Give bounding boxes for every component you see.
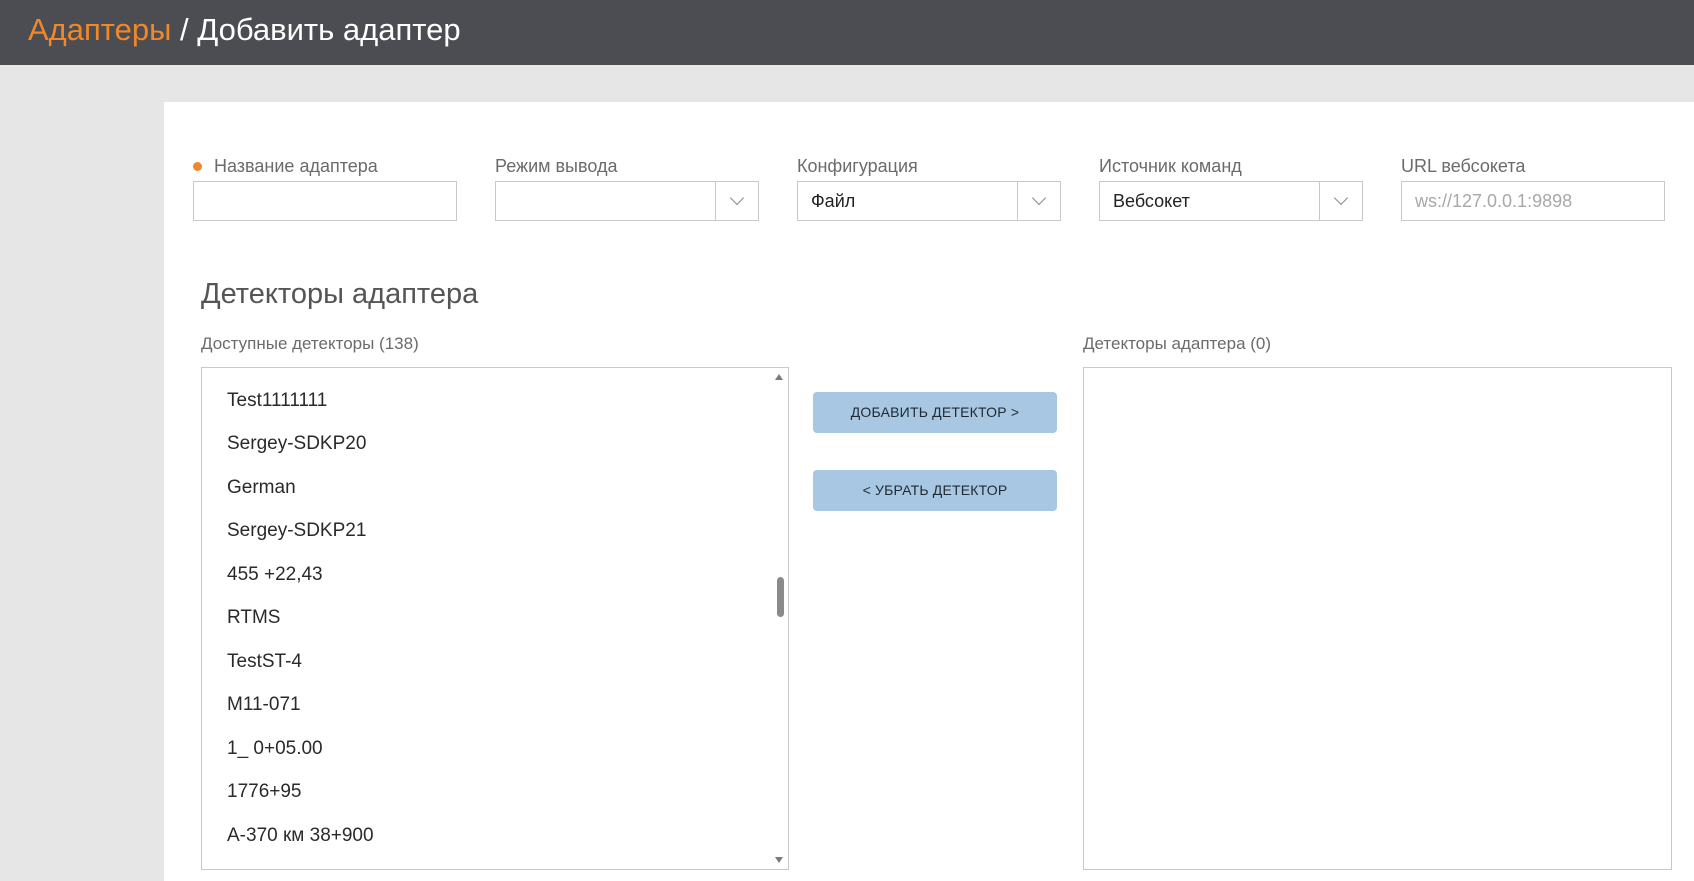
configuration-label: Конфигурация	[797, 156, 918, 176]
list-item[interactable]: TestST-4	[227, 651, 302, 673]
section-title: Детекторы адаптера	[201, 278, 479, 310]
remove-detector-button[interactable]: < УБРАТЬ ДЕТЕКТОР	[813, 470, 1057, 511]
output-mode-label: Режим вывода	[495, 156, 618, 176]
scroll-down-arrow-icon[interactable]	[775, 857, 783, 863]
list-item[interactable]: 1776+95	[227, 781, 302, 803]
list-item[interactable]: Sergey-SDKP20	[227, 433, 366, 455]
breadcrumb-separator: /	[180, 12, 189, 47]
command-source-select[interactable]: Вебсокет	[1099, 181, 1363, 221]
page-title: Добавить адаптер	[197, 12, 461, 47]
configuration-select[interactable]: Файл	[797, 181, 1061, 221]
websocket-url-placeholder: ws://127.0.0.1:9898	[1415, 191, 1573, 211]
list-item[interactable]: Test1111111	[227, 390, 327, 412]
scrollbar-thumb[interactable]	[777, 577, 784, 617]
breadcrumb-adapters-link[interactable]: Адаптеры	[28, 12, 171, 47]
configuration-value: Файл	[811, 191, 856, 211]
output-mode-select[interactable]	[495, 181, 759, 221]
websocket-url-input[interactable]: ws://127.0.0.1:9898	[1401, 181, 1665, 221]
required-dot-icon	[193, 162, 202, 171]
adapter-name-label: Название адаптера	[193, 156, 378, 177]
list-item[interactable]: А-370 км 38+900	[227, 825, 374, 847]
adapter-detectors-list[interactable]	[1083, 367, 1672, 870]
command-source-label: Источник команд	[1099, 156, 1242, 176]
chevron-down-icon[interactable]	[1017, 182, 1060, 220]
breadcrumb: Адаптеры / Добавить адаптер	[28, 12, 461, 48]
command-source-value: Вебсокет	[1113, 191, 1190, 211]
list-item[interactable]: M11-071	[227, 694, 301, 716]
scroll-up-arrow-icon[interactable]	[775, 374, 783, 380]
list-item[interactable]: German	[227, 477, 296, 499]
available-detectors-label: Доступные детекторы (138)	[201, 334, 419, 353]
adapter-detectors-label: Детекторы адаптера (0)	[1083, 334, 1272, 353]
chevron-down-icon[interactable]	[1319, 182, 1362, 220]
chevron-down-icon[interactable]	[715, 182, 758, 220]
add-detector-button[interactable]: ДОБАВИТЬ ДЕТЕКТОР >	[813, 392, 1057, 433]
form-card: Название адаптера Режим вывода Конфигура…	[164, 102, 1694, 881]
list-item[interactable]: Sergey-SDKP21	[227, 520, 366, 542]
list-item[interactable]: 455 +22,43	[227, 564, 323, 586]
adapter-name-input[interactable]	[193, 181, 457, 221]
top-bar: Адаптеры / Добавить адаптер	[0, 0, 1694, 65]
websocket-url-label: URL вебсокета	[1401, 156, 1526, 176]
list-item[interactable]: RTMS	[227, 607, 280, 629]
available-detectors-list[interactable]: Test1111111 Sergey-SDKP20 German Sergey-…	[201, 367, 789, 870]
list-item[interactable]: 1_ 0+05.00	[227, 738, 323, 760]
